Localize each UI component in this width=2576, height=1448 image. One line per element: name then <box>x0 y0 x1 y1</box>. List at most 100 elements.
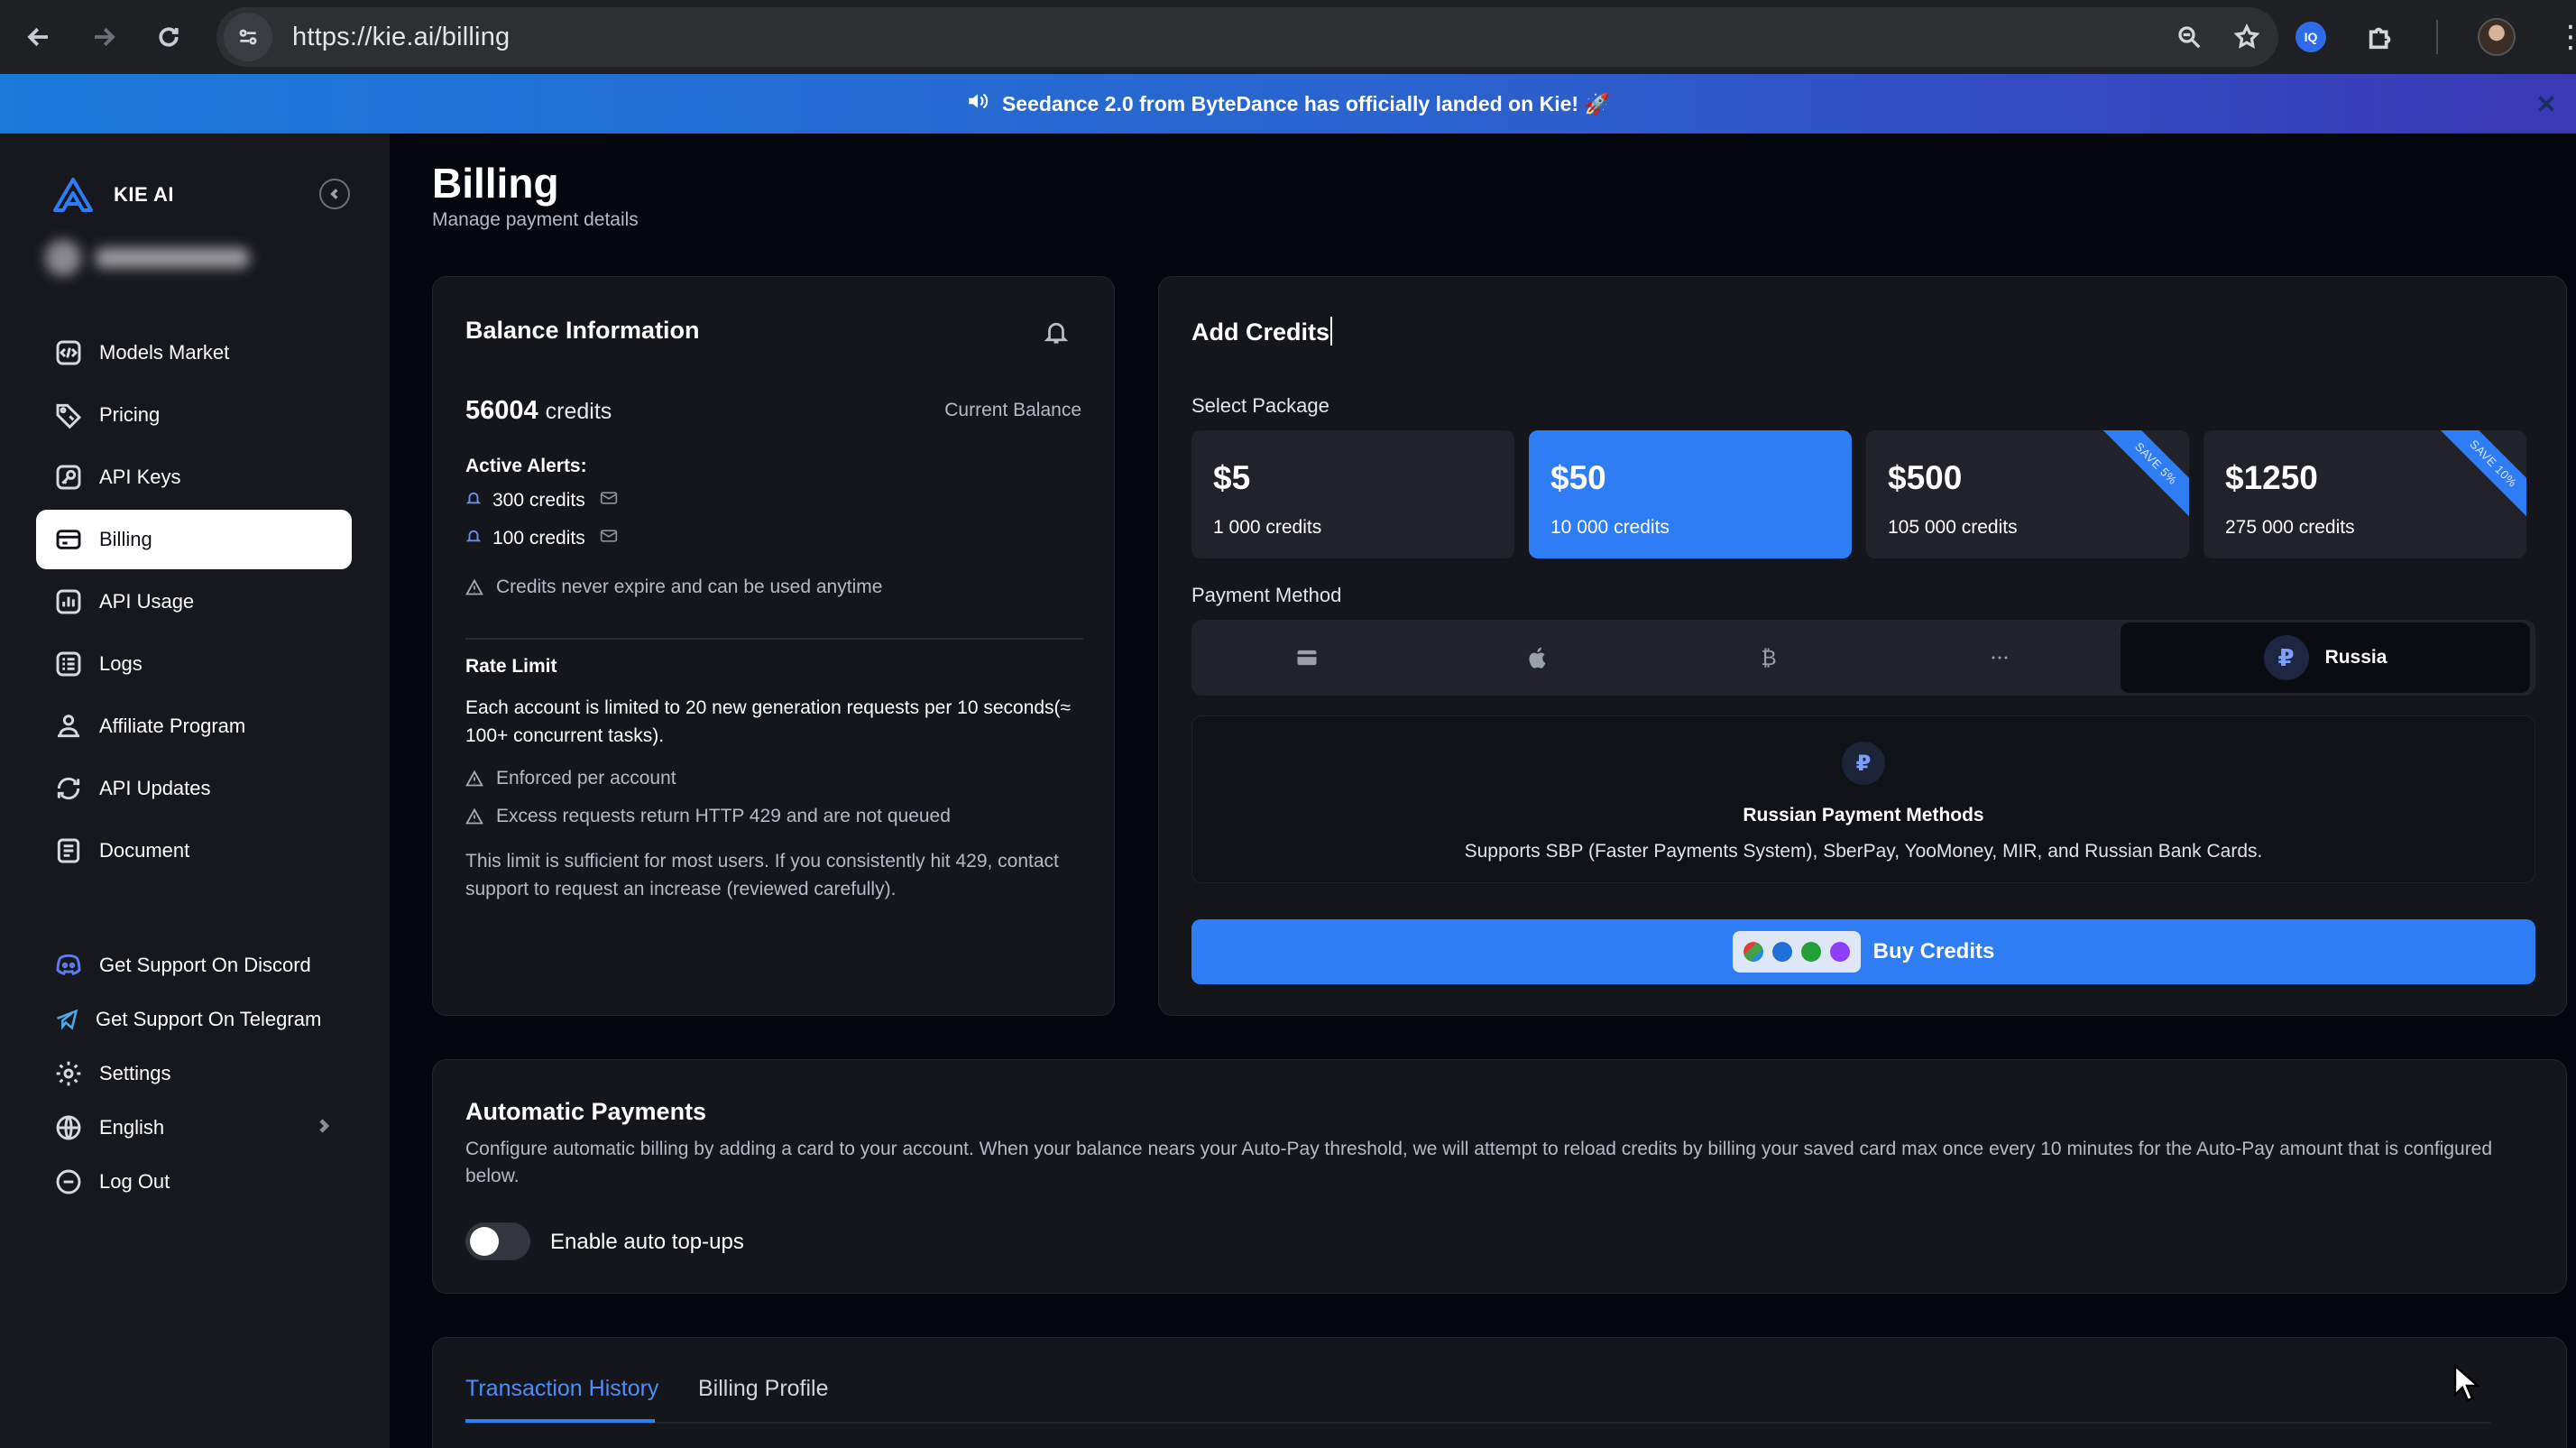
payment-apple-option[interactable] <box>1422 620 1653 696</box>
reload-button[interactable] <box>143 11 195 63</box>
main-menu: Models Market Pricing API Keys Billing A… <box>36 323 352 883</box>
sidebar-item-label: Document <box>99 839 190 862</box>
mir-logo-icon <box>1771 942 1792 962</box>
package-price: $1250 <box>2225 459 2318 496</box>
payment-russia-option[interactable]: ₽ Russia <box>2121 623 2530 693</box>
excess-note: Excess requests return HTTP 429 and are … <box>465 806 951 827</box>
tab-billing-profile[interactable]: Billing Profile <box>698 1376 829 1402</box>
automatic-payments-title: Automatic Payments <box>465 1098 707 1125</box>
alerts-bell-button[interactable] <box>1043 318 1070 350</box>
browser-menu-icon[interactable]: ⋮ <box>2555 22 2576 52</box>
back-button[interactable] <box>13 11 65 63</box>
sidebar-item-models-market[interactable]: Models Market <box>36 323 352 383</box>
sidebar-item-label: API Keys <box>99 466 181 488</box>
collapse-sidebar-button[interactable] <box>319 179 350 209</box>
alert-item: 100 credits <box>465 528 618 549</box>
page-title: Billing <box>432 160 559 207</box>
sidebar-item-api-updates[interactable]: API Updates <box>36 759 352 818</box>
warning-icon <box>465 578 483 595</box>
url-text[interactable]: https://kie.ai/billing <box>292 23 510 52</box>
sidebar-item-logout[interactable]: Log Out <box>36 1155 352 1209</box>
profile-avatar[interactable] <box>2478 18 2516 56</box>
text-cursor <box>1330 317 1333 346</box>
sidebar-item-telegram[interactable]: Get Support On Telegram <box>36 992 352 1047</box>
brand[interactable]: KIE AI <box>52 177 174 213</box>
toggle-knob <box>470 1227 499 1256</box>
banner-close-button[interactable] <box>2533 90 2560 117</box>
active-tab-indicator <box>465 1419 655 1423</box>
payment-more-option[interactable] <box>1884 620 2115 696</box>
sidebar-item-label: Logs <box>99 652 143 675</box>
mouse-cursor-icon <box>2453 1363 2481 1408</box>
sbp-logo-icon <box>1743 942 1763 962</box>
bitcoin-icon: ₿ <box>1761 645 1776 670</box>
sidebar-item-settings[interactable]: Settings <box>36 1047 352 1101</box>
ruble-icon: ₽ <box>2263 635 2309 680</box>
logs-icon <box>56 651 81 677</box>
zoom-icon[interactable] <box>2176 23 2203 51</box>
package-option[interactable]: $500 105 000 credits SAVE 5% <box>1866 430 2189 558</box>
sidebar-item-logs[interactable]: Logs <box>36 634 352 694</box>
user-account[interactable] <box>45 236 280 280</box>
rate-limit-title: Rate Limit <box>465 656 557 677</box>
auto-topup-toggle[interactable] <box>465 1222 530 1260</box>
page-subtitle: Manage payment details <box>432 209 639 230</box>
mail-icon[interactable] <box>596 528 618 549</box>
note-text: Enforced per account <box>496 768 676 789</box>
extensions-puzzle-icon[interactable] <box>2366 22 2397 52</box>
warning-icon <box>465 770 483 787</box>
affiliate-icon <box>58 715 79 738</box>
sidebar: KIE AI Models Market Pricing API Keys Bi… <box>0 134 390 1448</box>
payment-crypto-option[interactable]: ₿ <box>1653 620 1884 696</box>
balance-title: Balance Information <box>465 317 700 344</box>
sidebar-item-affiliate-program[interactable]: Affiliate Program <box>36 696 352 756</box>
extension-lens-icon[interactable]: IQ <box>2295 22 2326 52</box>
balance-amount: 56004 credits <box>465 396 612 426</box>
banner-text[interactable]: Seedance 2.0 from ByteDance has official… <box>1002 92 1610 116</box>
mail-icon[interactable] <box>596 490 618 512</box>
package-price: $50 <box>1550 459 1606 496</box>
bookmark-star-icon[interactable] <box>2233 23 2260 51</box>
forward-button[interactable] <box>78 11 130 63</box>
document-icon <box>57 838 80 863</box>
package-option[interactable]: $5 1 000 credits <box>1191 430 1514 558</box>
sidebar-item-label: Pricing <box>99 403 161 426</box>
package-option-selected[interactable]: $50 10 000 credits <box>1529 430 1852 558</box>
speaker-icon <box>966 89 989 118</box>
package-credits: 275 000 credits <box>2225 517 2355 538</box>
save-ribbon: SAVE 5% <box>2098 430 2189 521</box>
alert-text: 300 credits <box>492 490 585 511</box>
sidebar-item-label: API Usage <box>99 590 195 613</box>
sufficient-text: This limit is sufficient for most users.… <box>465 851 1059 899</box>
sidebar-item-discord[interactable]: Get Support On Discord <box>36 938 352 992</box>
active-alerts-label: Active Alerts: <box>465 456 587 476</box>
sidebar-item-pricing[interactable]: Pricing <box>36 385 352 445</box>
alert-item: 300 credits <box>465 490 618 512</box>
svg-text:₿: ₿ <box>1761 645 1776 670</box>
russia-label: Russia <box>2324 647 2387 668</box>
enforced-note: Enforced per account <box>465 768 676 789</box>
address-bar[interactable]: https://kie.ai/billing <box>216 7 2278 67</box>
sidebar-item-api-usage[interactable]: API Usage <box>36 572 352 632</box>
history-tabs-card: Transaction History Billing Profile <box>432 1337 2567 1448</box>
card-icon <box>1297 650 1317 666</box>
kie-logo-icon <box>53 178 93 212</box>
tag-icon <box>56 403 82 429</box>
sidebar-item-api-keys[interactable]: API Keys <box>36 447 352 507</box>
arrow-right-icon <box>95 27 115 47</box>
support-menu: Get Support On Discord Get Support On Te… <box>36 938 352 1209</box>
sidebar-item-billing[interactable]: Billing <box>36 510 352 569</box>
tabs-baseline <box>465 1422 2490 1424</box>
sidebar-item-language[interactable]: English <box>36 1101 352 1155</box>
globe-icon <box>56 1115 81 1140</box>
payment-method-label: Payment Method <box>1191 584 1342 606</box>
save-ribbon: SAVE 10% <box>2435 430 2526 521</box>
payment-card-option[interactable] <box>1191 620 1422 696</box>
buy-credits-button[interactable]: Buy Credits <box>1191 919 2535 984</box>
tab-transaction-history[interactable]: Transaction History <box>465 1376 658 1402</box>
sidebar-item-document[interactable]: Document <box>36 821 352 881</box>
package-option[interactable]: $1250 275 000 credits SAVE 10% <box>2203 430 2526 558</box>
site-settings-icon[interactable] <box>224 13 272 61</box>
russian-methods-title: Russian Payment Methods <box>1743 805 1984 825</box>
brand-name: KIE AI <box>114 183 174 206</box>
